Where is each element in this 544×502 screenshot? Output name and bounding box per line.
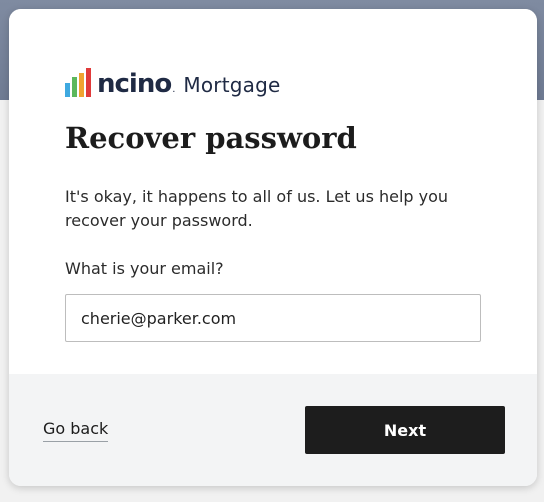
logo-bar-red [86, 68, 91, 97]
logo-wordmark: ncino [97, 69, 172, 99]
email-field[interactable] [65, 294, 481, 342]
logo-product-name: Mortgage [183, 73, 281, 97]
card-body: ncino . Mortgage Recover password It's o… [9, 9, 537, 374]
page-description: It's okay, it happens to all of us. Let … [65, 187, 449, 230]
next-button[interactable]: Next [305, 406, 505, 454]
page-title: Recover password [65, 121, 357, 155]
card-footer: Go back Next [9, 374, 537, 486]
recover-password-card: ncino . Mortgage Recover password It's o… [9, 9, 537, 486]
go-back-link[interactable]: Go back [43, 419, 109, 442]
ncino-mortgage-logo: ncino . Mortgage [65, 65, 281, 97]
logo-bar-green [72, 77, 77, 97]
email-label: What is your email? [65, 259, 224, 278]
logo-bar-blue [65, 83, 70, 97]
ncino-bars-icon [65, 68, 93, 97]
logo-dot: . [172, 84, 176, 95]
logo-bar-orange [79, 73, 84, 97]
